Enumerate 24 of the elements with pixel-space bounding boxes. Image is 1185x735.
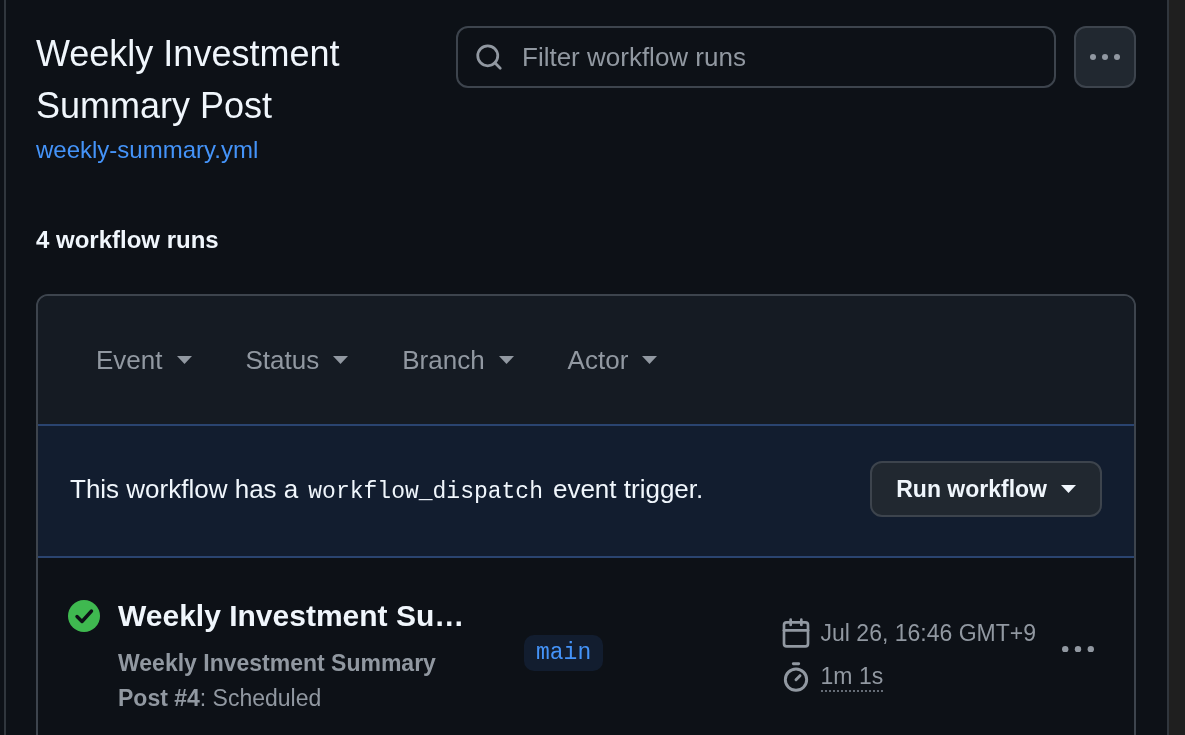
run-workflow-button[interactable]: Run workflow — [870, 461, 1102, 517]
caret-icon — [498, 356, 514, 364]
run-duration: 1m 1s — [820, 662, 884, 692]
run-date: Jul 26, 16:46 GMT+9 — [820, 619, 1036, 647]
filter-dropdown[interactable]: Branch — [402, 344, 514, 376]
more-icon — [1090, 54, 1120, 60]
run-title-link[interactable]: Weekly Investment Su… — [118, 598, 465, 634]
filter-dropdown[interactable]: Event — [96, 344, 192, 376]
workflow-file-link[interactable]: weekly-summary.yml — [36, 132, 259, 168]
search-icon — [474, 42, 504, 72]
caret-icon — [1061, 485, 1076, 493]
more-options-button[interactable] — [1074, 26, 1136, 88]
caret-icon — [333, 356, 349, 364]
more-icon — [1062, 645, 1094, 653]
branch-tag[interactable]: main — [524, 635, 604, 671]
caret-icon — [642, 356, 658, 364]
workflow-title: Weekly Investment Summary Post — [36, 32, 341, 128]
run-count: 4 workflow runs — [36, 225, 219, 255]
caret-icon — [176, 356, 192, 364]
filter-dropdown[interactable]: Actor — [567, 344, 658, 376]
filter-search-field[interactable]: Filter workflow runs — [456, 26, 1056, 88]
filter-dropdown[interactable]: Status — [245, 344, 349, 376]
banner-text: This workflow has a workflow_dispatch event trigger. — [70, 473, 704, 505]
run-description: Weekly Investment Summary Post #4: Scheduled — [118, 649, 437, 713]
